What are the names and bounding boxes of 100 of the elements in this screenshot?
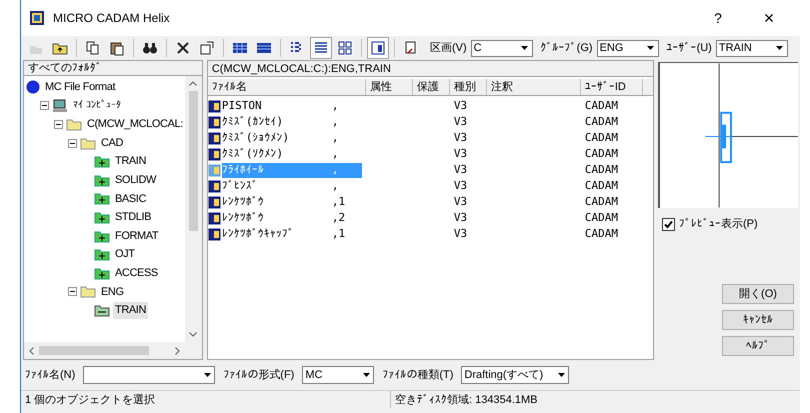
- combo-box[interactable]: [83, 366, 216, 384]
- file-icon: [208, 100, 221, 112]
- table-cell-text: V3: [452, 226, 468, 242]
- scroll-left-icon[interactable]: [29, 346, 34, 354]
- combo-box[interactable]: TRAIN: [716, 40, 788, 56]
- dialog-button[interactable]: 開く(O): [722, 284, 794, 304]
- table-cell-text: V3: [452, 114, 468, 130]
- folder-icon: [80, 285, 96, 298]
- table-cell-text: CADAM: [584, 162, 619, 178]
- toolbar-button[interactable]: [367, 37, 389, 59]
- folder-plus-icon: [94, 230, 110, 243]
- file-row[interactable]: ﾚﾝｹﾂﾎﾞｳ ,2: [222, 210, 362, 226]
- window-title: MICRO CADAM Helix: [53, 10, 170, 27]
- folder-plus-icon: [94, 174, 110, 187]
- tree-item[interactable]: TRAIN: [113, 302, 148, 319]
- file-icon: [208, 180, 221, 192]
- file-row[interactable]: ｸﾐｽﾞ(ｶﾝｾｲ) ,: [222, 114, 362, 130]
- scroll-thumb[interactable]: [188, 91, 198, 231]
- open-folder-icon: [94, 304, 110, 317]
- dropdown-arrow-icon[interactable]: [647, 46, 654, 50]
- folder-plus-icon: [94, 192, 110, 206]
- column-header[interactable]: 保護: [412, 79, 450, 95]
- table-cell-text: V3: [452, 194, 468, 210]
- dropdown-arrow-icon[interactable]: [362, 373, 370, 377]
- paste-icon: [109, 40, 125, 56]
- file-icon: [208, 196, 221, 208]
- combo-box[interactable]: C: [470, 40, 533, 56]
- icon-view-icon: [337, 40, 353, 56]
- column-header[interactable]: ﾌｧｲﾙ名: [208, 79, 366, 95]
- help-button[interactable]: ?: [698, 3, 738, 33]
- properties-icon: [199, 40, 215, 56]
- checkbox[interactable]: [662, 218, 675, 231]
- tree-item[interactable]: C(MCW_MCLOCAL:: [85, 116, 185, 133]
- combo-box[interactable]: ENG: [596, 40, 659, 56]
- folder-icon: [80, 136, 96, 150]
- tree-item[interactable]: ENG: [99, 284, 126, 300]
- column-header[interactable]: ﾕｰｻﾞｰID: [580, 79, 643, 95]
- toolbar-button[interactable]: [310, 37, 332, 59]
- file-row[interactable]: ﾌﾞﾋﾝｽﾞ ,: [222, 178, 362, 194]
- copy-icon: [85, 40, 101, 56]
- field-label: ﾌｧｲﾙの種類(T): [382, 368, 454, 383]
- table-cell-text: CADAM: [584, 130, 619, 146]
- horizontal-scrollbar[interactable]: [24, 342, 202, 359]
- column-header[interactable]: 属性: [366, 79, 413, 95]
- file-row[interactable]: ｸﾐｽﾞ(ｿｸﾒﾝ) ,: [222, 146, 362, 162]
- file-row[interactable]: PISTON ,: [222, 98, 362, 114]
- dropdown-arrow-icon[interactable]: [558, 373, 565, 377]
- file-icon: [208, 116, 221, 128]
- table-cell-text: V3: [452, 178, 468, 194]
- tree-item[interactable]: ﾏｲ ｺﾝﾋﾟｭｰﾀ: [71, 98, 123, 114]
- table-cell-text: CADAM: [584, 146, 619, 162]
- combo-box[interactable]: MC: [302, 366, 374, 384]
- table-cell-text: CADAM: [584, 178, 619, 194]
- tree-item[interactable]: SOLIDW: [113, 172, 158, 189]
- tree-item[interactable]: BASIC: [113, 190, 148, 208]
- file-icon: [208, 212, 221, 224]
- folder-plus-icon: [94, 210, 110, 224]
- scroll-right-icon[interactable]: [174, 346, 180, 354]
- table-cell-text: CADAM: [584, 210, 619, 226]
- dropdown-arrow-icon[interactable]: [521, 46, 528, 50]
- grid-icon: [232, 40, 248, 56]
- tree-item[interactable]: ACCESS: [113, 264, 160, 282]
- tree-item[interactable]: FORMAT: [113, 228, 160, 244]
- combo-box[interactable]: Drafting(すべて): [461, 366, 570, 384]
- scroll-thumb[interactable]: [39, 346, 149, 355]
- file-icon: [208, 164, 221, 176]
- file-icon: [208, 148, 221, 160]
- close-button[interactable]: ×: [746, 3, 792, 33]
- dialog-button[interactable]: ｷｬﾝｾﾙ: [722, 310, 794, 330]
- checkbox-label: ﾌﾟﾚﾋﾞｭｰ表示(P): [679, 217, 758, 232]
- dropdown-arrow-icon[interactable]: [776, 46, 784, 50]
- column-header[interactable]: 種別: [450, 79, 487, 95]
- dialog-button[interactable]: ﾍﾙﾌﾟ: [722, 336, 794, 356]
- folder-plus-icon: [94, 248, 110, 262]
- field-label: ﾌｧｲﾙ名(N): [25, 368, 76, 383]
- file-row[interactable]: ﾚﾝｹﾂﾎﾞｳ ,1: [222, 194, 362, 210]
- tree-item[interactable]: MC File Format: [43, 79, 118, 96]
- binoculars-icon: [142, 40, 158, 56]
- table-cell-text: CADAM: [584, 194, 619, 210]
- collapse-toggle-icon[interactable]: [68, 287, 77, 296]
- tree-item[interactable]: CAD: [99, 134, 126, 152]
- tree-item[interactable]: OJT: [113, 246, 137, 263]
- scroll-up-icon[interactable]: [189, 81, 198, 86]
- scroll-down-icon[interactable]: [189, 332, 198, 337]
- preview-pane-icon: [370, 40, 386, 56]
- collapse-toggle-icon[interactable]: [54, 120, 63, 129]
- app-icon: [29, 10, 45, 26]
- file-row[interactable]: ﾚﾝｹﾂﾎﾞｳｷｬｯﾌﾟ ,1: [222, 226, 362, 242]
- collapse-toggle-icon[interactable]: [40, 101, 49, 110]
- file-row[interactable]: ｸﾐｽﾞ(ｼｮｳﾒﾝ) ,: [222, 130, 362, 146]
- collapse-toggle-icon[interactable]: [68, 138, 77, 148]
- details-view-icon: [313, 40, 329, 56]
- table-cell-text: V3: [452, 130, 468, 146]
- tree-item[interactable]: STDLIB: [113, 209, 154, 226]
- vertical-scrollbar[interactable]: [184, 76, 202, 342]
- path-label: C(MCW_MCLOCAL:C:):ENG,TRAIN: [208, 61, 653, 77]
- dropdown-arrow-icon[interactable]: [204, 373, 211, 377]
- panel-header: すべてのﾌｫﾙﾀﾞ: [24, 61, 202, 76]
- column-header[interactable]: 注釈: [486, 79, 581, 95]
- tree-item[interactable]: TRAIN: [113, 153, 148, 170]
